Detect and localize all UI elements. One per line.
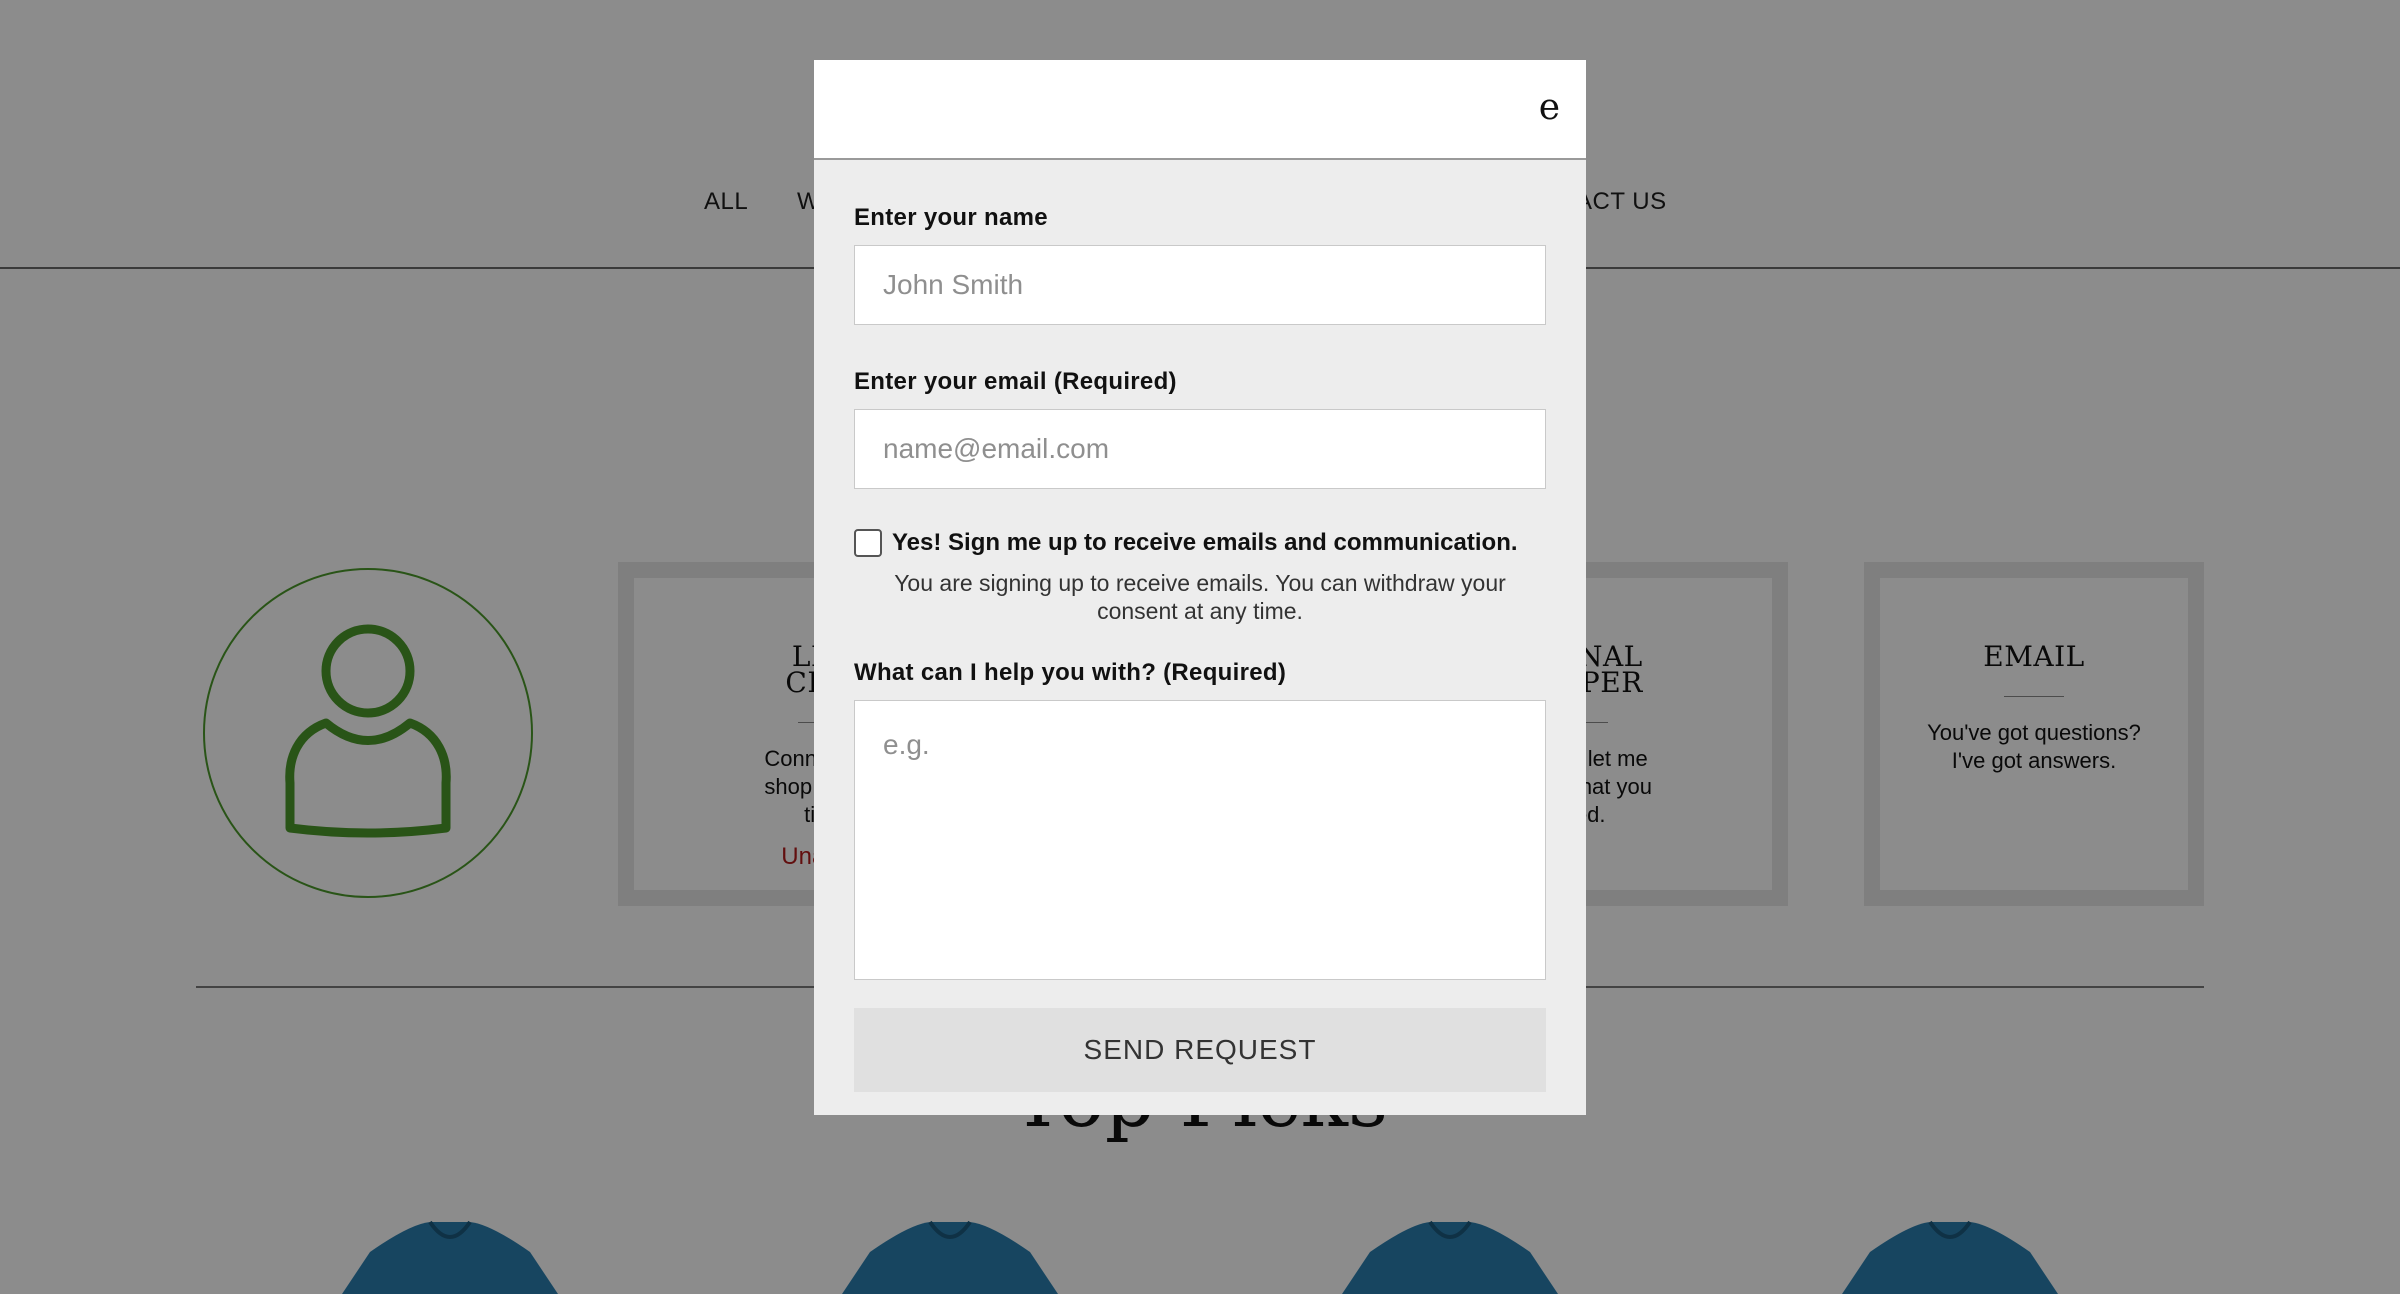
- modal-body: Enter your name Enter your email (Requir…: [814, 204, 1586, 1092]
- page: ALL W ACT US LIVE CHAT Connect with shop…: [0, 0, 2400, 1294]
- name-input[interactable]: [854, 245, 1546, 325]
- name-label: Enter your name: [854, 204, 1048, 231]
- help-textarea[interactable]: [854, 700, 1546, 980]
- consent-text: You are signing up to receive emails. Yo…: [854, 569, 1546, 625]
- signup-checkbox[interactable]: [854, 529, 882, 557]
- consent-line1: You are signing up to receive emails. Yo…: [894, 570, 1506, 596]
- signup-row: Yes! Sign me up to receive emails and co…: [854, 529, 1546, 557]
- send-request-button[interactable]: SEND REQUEST: [854, 1008, 1546, 1092]
- email-label: Enter your email (Required): [854, 368, 1177, 395]
- contact-modal: e Enter your name Enter your email (Requ…: [814, 60, 1586, 1115]
- modal-header: e: [814, 60, 1586, 160]
- signup-label[interactable]: Yes! Sign me up to receive emails and co…: [892, 529, 1518, 557]
- help-label: What can I help you with? (Required): [854, 659, 1287, 686]
- close-icon[interactable]: e: [1539, 88, 1560, 128]
- email-input[interactable]: [854, 409, 1546, 489]
- consent-line2: consent at any time.: [1097, 598, 1303, 624]
